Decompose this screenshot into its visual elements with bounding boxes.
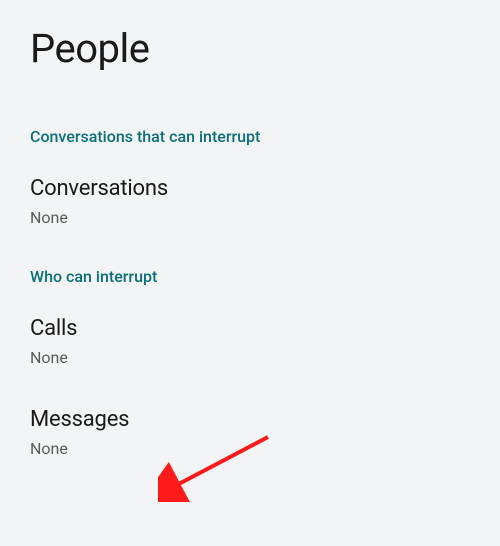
setting-conversations-value: None [30,208,470,227]
setting-calls-title: Calls [30,316,470,341]
setting-conversations-title: Conversations [30,176,470,201]
setting-conversations[interactable]: Conversations None [30,176,470,227]
setting-calls-value: None [30,348,470,367]
setting-calls[interactable]: Calls None [30,316,470,367]
section-header-interrupt: Who can interrupt [30,267,470,286]
setting-messages-title: Messages [30,407,470,432]
page-title: People [30,25,470,72]
setting-messages[interactable]: Messages None [30,407,470,458]
section-header-conversations: Conversations that can interrupt [30,127,470,146]
setting-messages-value: None [30,439,470,458]
